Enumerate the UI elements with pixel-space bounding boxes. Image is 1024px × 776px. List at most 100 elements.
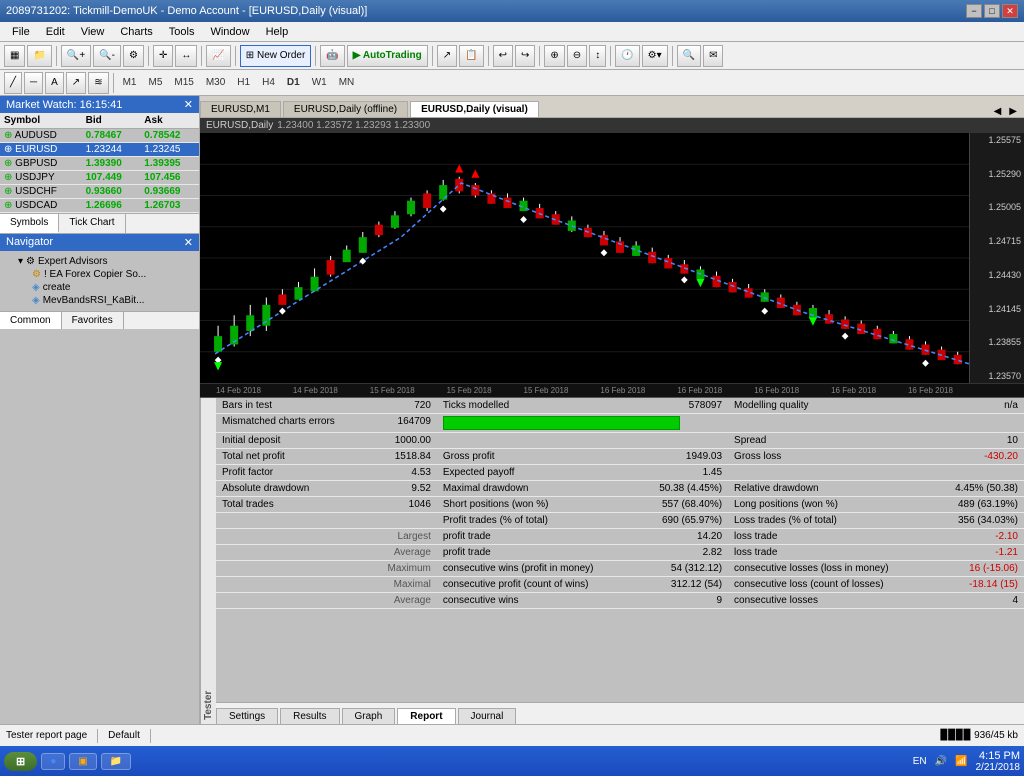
tester-tab-graph[interactable]: Graph [342,708,396,724]
fib-btn[interactable]: ≋ [88,72,108,94]
tester-tab-settings[interactable]: Settings [216,708,278,724]
chart-zoom-btn2[interactable]: ⊖ [567,45,587,67]
taskbar-app-chrome[interactable]: ● [41,753,65,770]
tester-tab-report[interactable]: Report [397,708,455,724]
market-watch-title: Market Watch: 16:15:41 [6,99,122,111]
period-m15[interactable]: M15 [169,76,198,89]
autotrading-button[interactable]: ▶ AutoTrading [347,45,428,67]
tester-tab-results[interactable]: Results [280,708,339,724]
period-m1[interactable]: M1 [118,76,142,89]
market-watch-row[interactable]: ⊕ USDJPY 107.449 107.456 [0,171,199,185]
mw-symbol: ⊕ AUDUSD [0,129,82,143]
menu-file[interactable]: File [4,24,38,40]
taskbar-app-folder[interactable]: 📁 [101,753,131,770]
time-btn[interactable]: 🕐 [615,45,639,67]
tester-panel: Tester Bars in test 720 Ticks modelled [200,398,1024,724]
menu-charts[interactable]: Charts [112,24,160,40]
scroll-button[interactable]: ↔ [175,45,197,67]
gross-profit-label: Gross profit [437,449,636,465]
tab-symbols[interactable]: Symbols [0,214,59,233]
maximal-consec-profit-label: consecutive profit (count of wins) [437,577,636,593]
avg-profit-label: profit trade [437,545,636,561]
line-studies-button[interactable]: 📈 [206,45,230,67]
market-watch-row[interactable]: ⊕ EURUSD 1.23244 1.23245 [0,143,199,157]
bars-in-test-label: Bars in test [216,398,369,414]
nav-item-ea-forex[interactable]: ⚙ ! EA Forex Copier So... [4,268,195,281]
avg-consec-wins-label: consecutive wins [437,593,636,609]
taskbar[interactable]: ⊞ ● ▣ 📁 EN 🔊 📶 4:15 PM 2/21/2018 [0,746,1024,776]
tester-tab-journal[interactable]: Journal [458,708,517,724]
nav-tab-common[interactable]: Common [0,312,62,329]
nav-item-create[interactable]: ◈ create [4,281,195,294]
draw-hline-btn[interactable]: ─ [24,72,43,94]
options-btn[interactable]: ⚙▾ [642,45,668,67]
menu-edit[interactable]: Edit [38,24,73,40]
nav-mev-icon: ◈ [32,295,40,306]
max-consec-wins-label: consecutive wins (profit in money) [437,561,636,577]
search-btn[interactable]: 🔍 [677,45,701,67]
menu-help[interactable]: Help [258,24,297,40]
chart-area[interactable]: EURUSD,Daily 1.23400 1.23572 1.23293 1.2… [200,118,1024,398]
period-d1[interactable]: D1 [282,76,305,89]
draw-line-btn[interactable]: ╱ [4,72,22,94]
nav-item-expert-advisors[interactable]: ▾ ⚙ Expert Advisors [4,255,195,268]
market-watch-row[interactable]: ⊕ USDCAD 1.26696 1.26703 [0,199,199,213]
indicator-button[interactable]: ↗ [437,45,457,67]
nav-item-mevbands[interactable]: ◈ MevBandsRSI_KaBit... [4,294,195,307]
period-w1[interactable]: W1 [307,76,332,89]
redo-button[interactable]: ↪ [515,45,535,67]
chrome-icon: ● [50,756,56,767]
chart-tab-m1[interactable]: EURUSD,M1 [200,101,281,117]
navigator-content: ▾ ⚙ Expert Advisors ⚙ ! EA Forex Copier … [0,251,199,311]
chart-tab-daily-offline[interactable]: EURUSD,Daily (offline) [283,101,408,117]
chart-zoom-btn1[interactable]: ⊕ [544,45,564,67]
chart-tab-prev[interactable]: ◀ [991,106,1005,117]
date-label-4: 15 Feb 2018 [447,386,492,395]
new-order-button[interactable]: ⊞ New Order [240,45,312,67]
period-m30[interactable]: M30 [201,76,230,89]
menu-tools[interactable]: Tools [161,24,203,40]
chart-fix-scale[interactable]: ↕ [589,45,606,67]
draw-arr-btn[interactable]: ↗ [66,72,86,94]
toolbar2: ╱ ─ A ↗ ≋ M1 M5 M15 M30 H1 H4 D1 W1 MN [0,70,1024,96]
loss-trades-label: Loss trades (% of total) [728,513,932,529]
table-row: Profit factor 4.53 Expected payoff 1.45 [216,465,1024,481]
period-h1[interactable]: H1 [232,76,255,89]
period-m5[interactable]: M5 [143,76,167,89]
chart-canvas[interactable]: 1.25575 1.25290 1.25005 1.24715 1.24430 … [200,133,1024,383]
zoom-out-button[interactable]: 🔍- [93,45,121,67]
profit-factor-label: Profit factor [216,465,369,481]
total-net-profit-value: 1518.84 [369,449,437,465]
new-chart-button[interactable]: ▦ [4,45,25,67]
nav-tab-favorites[interactable]: Favorites [62,312,124,329]
navigator-close[interactable]: ✕ [184,236,193,249]
relative-drawdown-label: Relative drawdown [728,481,932,497]
period-mn[interactable]: MN [334,76,360,89]
open-button[interactable]: 📁 [27,45,51,67]
mail-btn[interactable]: ✉ [703,45,723,67]
chart-tab-next[interactable]: ▶ [1006,106,1020,117]
close-button[interactable]: ✕ [1002,4,1018,18]
taskbar-app-mt4[interactable]: ▣ [69,753,96,770]
chart-tab-daily-visual[interactable]: EURUSD,Daily (visual) [410,101,539,117]
market-watch-row[interactable]: ⊕ USDCHF 0.93660 0.93669 [0,185,199,199]
maximize-button[interactable]: □ [984,4,1000,18]
period-h4[interactable]: H4 [257,76,280,89]
tab-tick-chart[interactable]: Tick Chart [59,214,125,233]
market-watch-row[interactable]: ⊕ AUDUSD 0.78467 0.78542 [0,129,199,143]
menu-view[interactable]: View [73,24,113,40]
profit-trades-label: Profit trades (% of total) [437,513,636,529]
undo-button[interactable]: ↩ [493,45,513,67]
expert-advisor-button[interactable]: 🤖 [320,45,344,67]
crosshair-button[interactable]: ✛ [153,45,173,67]
template-button[interactable]: 📋 [459,45,483,67]
market-watch-row[interactable]: ⊕ GBPUSD 1.39390 1.39395 [0,157,199,171]
properties-button[interactable]: ⚙ [123,45,144,67]
zoom-in-button[interactable]: 🔍+ [61,45,91,67]
minimize-button[interactable]: − [966,4,982,18]
modelling-quality-label: Modelling quality [728,398,932,414]
menu-window[interactable]: Window [202,24,257,40]
spread-value: 10 [932,433,1024,449]
market-watch-close[interactable]: ✕ [184,98,193,111]
draw-text-btn[interactable]: A [45,72,64,94]
